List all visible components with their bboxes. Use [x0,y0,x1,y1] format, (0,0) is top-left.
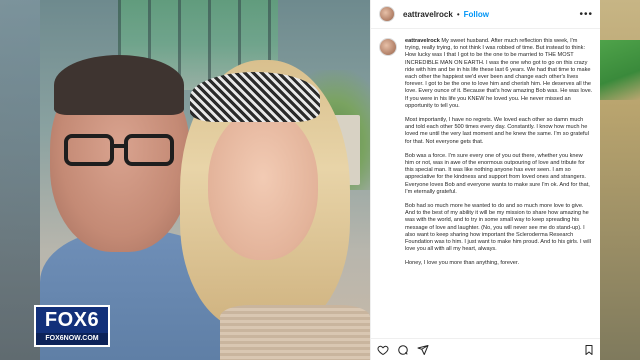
fox6-logo: FOX6 FOX6NOW.COM [34,305,110,347]
caption-avatar[interactable] [379,38,397,56]
photo-glasses [64,134,174,166]
background-green-stripe [600,40,640,100]
comment-icon[interactable] [397,344,409,356]
post-header: eattravelrock • Follow ••• [371,0,600,29]
caption-paragraph: Bob had so much more he wanted to do and… [405,203,591,253]
post-username[interactable]: eattravelrock [403,10,453,19]
fox6-logo-brand: FOX6 [34,305,110,333]
photo-man-hair [54,55,184,115]
heart-icon[interactable] [377,344,389,356]
photo-woman-top [220,305,370,360]
bookmark-icon[interactable] [583,344,595,356]
caption-paragraph: Honey, I love you more than anything, fo… [405,260,520,267]
fox6-logo-url: FOX6NOW.COM [34,333,110,347]
send-icon[interactable] [417,344,429,356]
caption-username[interactable]: eattravelrock [405,38,440,44]
post-side-panel: eattravelrock • Follow ••• eattravelrock… [370,0,600,360]
photo-headband [190,72,320,122]
follow-button[interactable]: Follow [464,10,489,19]
caption-paragraph: Bob was a force. I'm sure every one of y… [405,152,590,195]
photo-woman-face [208,110,318,260]
more-options-icon[interactable]: ••• [579,9,593,20]
post-actions [371,338,600,360]
caption-paragraph: eattravelrock My sweet husband. After mu… [405,38,593,109]
instagram-post: eattravelrock • Follow ••• eattravelrock… [40,0,600,360]
post-caption: eattravelrock My sweet husband. After mu… [371,29,600,275]
header-separator: • [456,9,460,19]
caption-paragraph: Most importantly, I have no regrets. We … [405,117,589,145]
avatar[interactable] [379,6,395,22]
caption-body: eattravelrock My sweet husband. After mu… [405,38,593,275]
